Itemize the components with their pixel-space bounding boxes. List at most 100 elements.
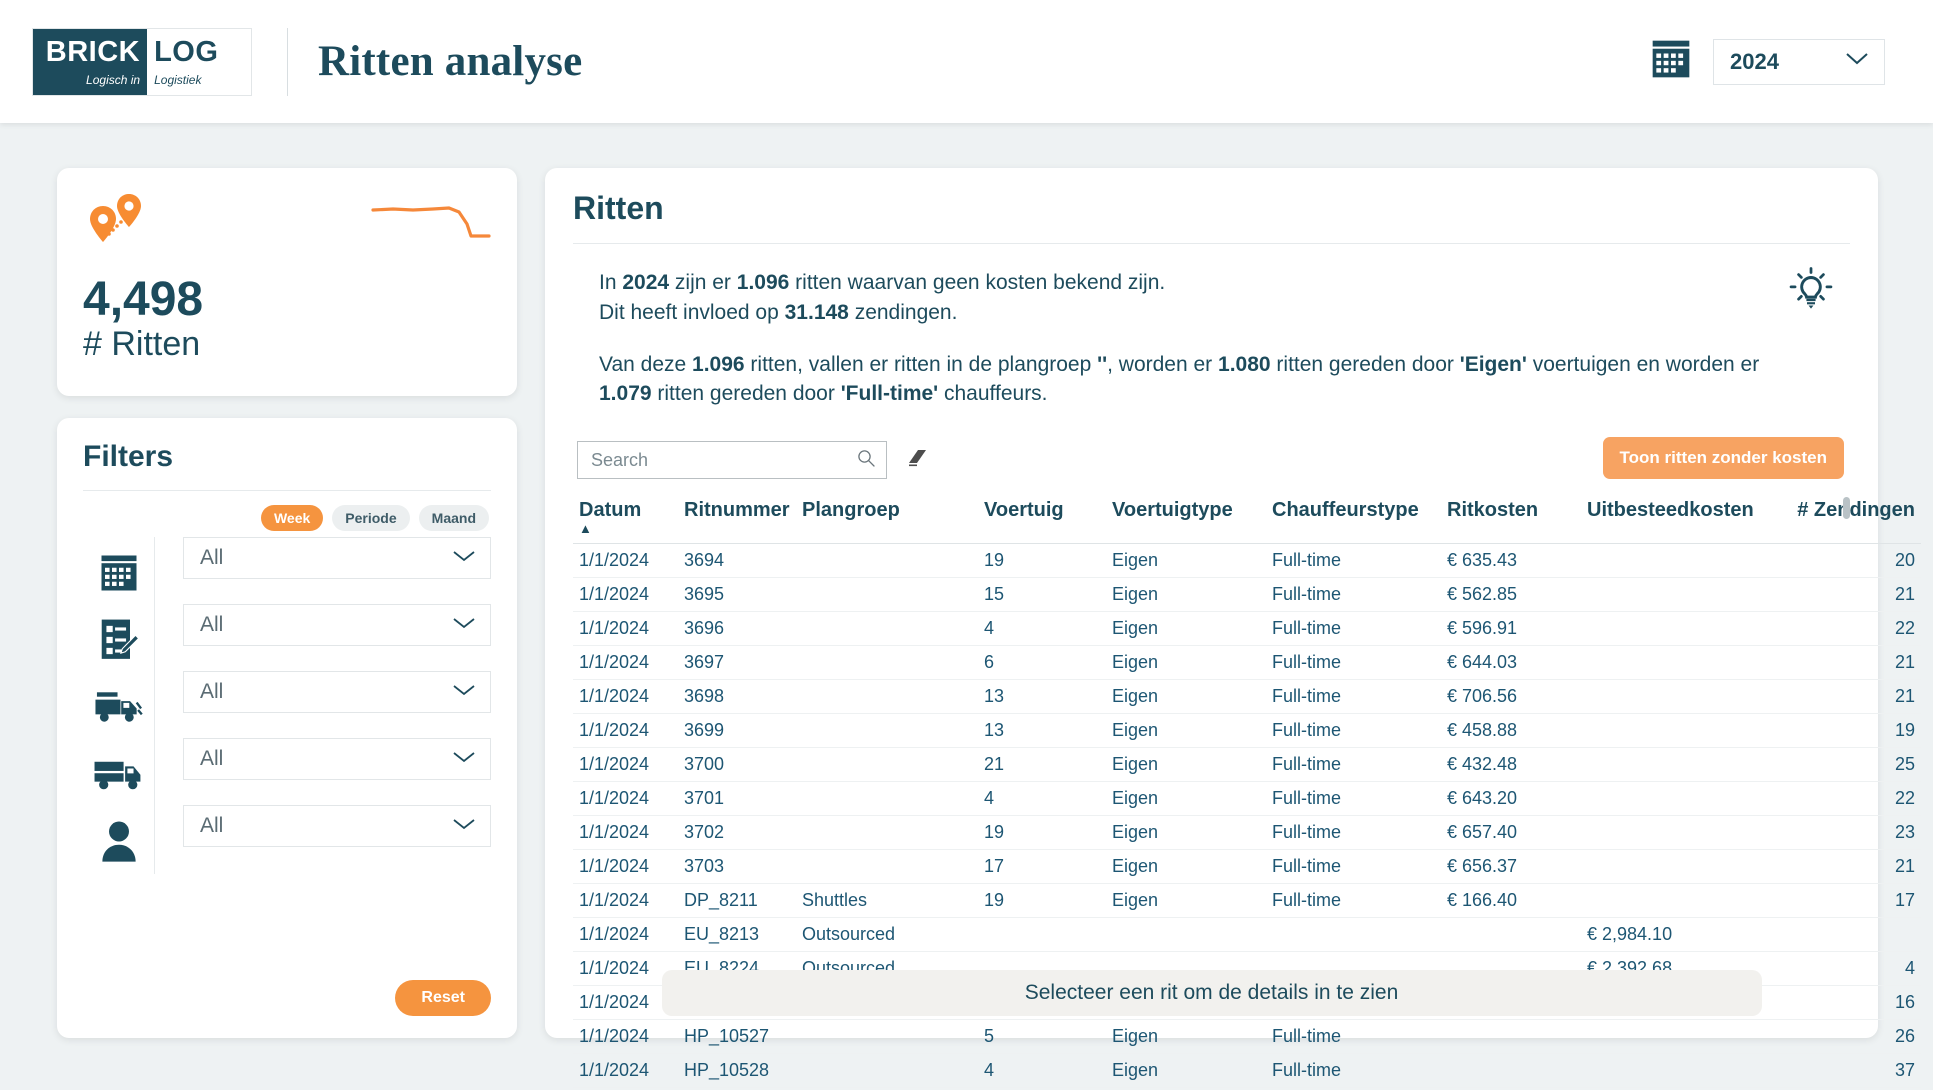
cell-chauffeurstype: Full-time [1266,713,1441,749]
pill-periode[interactable]: Periode [332,505,410,531]
chevron-down-icon [452,549,476,568]
cell-chauffeurstype: Full-time [1266,781,1441,817]
n3e: , worden er [1107,352,1219,376]
sparkline-icon [371,190,491,245]
table-row[interactable]: 1/1/2024 3695 15 Eigen Full-time € 562.85 21 [573,577,1921,613]
cell-datum: 1/1/2024 [573,883,678,919]
column-header-voertuig[interactable]: Voertuig [978,499,1106,544]
cell-ritkosten: € 657.40 [1441,815,1581,851]
table-row[interactable]: 1/1/2024 EU_8213 Outsourced € 2,984.10 [573,917,1921,953]
table-scrollbar-thumb[interactable] [1843,497,1850,520]
cell-plangroep [796,645,978,681]
table-row[interactable]: 1/1/2024 3700 21 Eigen Full-time € 432.48 25 [573,747,1921,783]
cell-uitbesteedkosten [1581,747,1781,783]
bricklog-logo: BRICK Logisch in LOG Logistiek [32,27,252,96]
logo-word-log: LOG [154,35,219,68]
cell-voertuig: 4 [978,1053,1106,1089]
cell-voertuigtype: Eigen [1106,815,1266,851]
cell-datum: 1/1/2024 [573,1019,678,1055]
cell-voertuigtype [1106,917,1266,953]
table-row[interactable]: 1/1/2024 3698 13 Eigen Full-time € 706.56 21 [573,679,1921,715]
pill-week[interactable]: Week [260,505,324,531]
filter-select-chauffeur[interactable]: All [183,805,491,847]
route-pins-icon [83,190,159,257]
cell-ritnummer: DP_8211 [678,883,796,919]
cell-ritnummer: 3697 [678,645,796,681]
table-row[interactable]: 1/1/2024 3697 6 Eigen Full-time € 644.03 21 [573,645,1921,681]
cell-voertuig: 19 [978,815,1106,851]
page-title: Ritten analyse [318,38,583,85]
cell-ritkosten: € 596.91 [1441,611,1581,647]
show-rides-without-costs-button[interactable]: Toon ritten zonder kosten [1602,437,1844,480]
table-row[interactable]: 1/1/2024 HP_10527 5 Eigen Full-time 26 [573,1019,1921,1055]
chevron-down-icon [452,817,476,836]
cell-chauffeurstype: Full-time [1266,1053,1441,1089]
column-header-ritkosten[interactable]: Ritkosten [1441,499,1581,544]
cell-zendingen [1781,917,1921,953]
table-row[interactable]: 1/1/2024 3694 19 Eigen Full-time € 635.43 20 [573,543,1921,579]
n1d: 1.096 [736,271,790,294]
cell-ritnummer: 3696 [678,611,796,647]
cell-uitbesteedkosten [1581,781,1781,817]
cell-zendingen: 17 [1781,883,1921,919]
cell-zendingen: 22 [1781,781,1921,817]
table-row[interactable]: 1/1/2024 3703 17 Eigen Full-time € 656.37 21 [573,849,1921,885]
cell-voertuigtype: Eigen [1106,849,1266,885]
n3i: voertuigen en worden er [1526,352,1760,376]
table-scrollbar[interactable] [1842,497,1850,897]
table-header: Datum ▲ Ritnummer Plangroep Voertuig Voe… [573,499,1921,544]
reset-button[interactable]: Reset [395,980,491,1016]
cell-chauffeurstype: Full-time [1266,679,1441,715]
column-header-chauffeurstype[interactable]: Chauffeurstype [1266,499,1441,544]
table-row[interactable]: 1/1/2024 HP_10528 4 Eigen Full-time 37 [573,1053,1921,1089]
filter-select-voertuig[interactable]: All [183,671,491,713]
table-row[interactable]: 1/1/2024 3699 13 Eigen Full-time € 458.88 19 [573,713,1921,749]
cell-plangroep [796,577,978,613]
column-header-zendingen[interactable]: # Zendingen [1781,499,1921,544]
filter-select-voertuigtype[interactable]: All [183,738,491,780]
cell-datum: 1/1/2024 [573,645,678,681]
n3d: '' [1097,352,1108,376]
column-header-datum[interactable]: Datum ▲ [573,499,678,544]
search-input[interactable] [591,449,856,471]
cell-plangroep [796,1053,978,1089]
table-row[interactable]: 1/1/2024 DP_8211 Shuttles 19 Eigen Full-time €… [573,883,1921,919]
cell-uitbesteedkosten [1581,543,1781,579]
filter-select-plangroep[interactable]: All [183,604,491,646]
cell-zendingen: 21 [1781,645,1921,681]
cell-datum: 1/1/2024 [573,713,678,749]
cell-ritnummer: 3700 [678,747,796,783]
table-row[interactable]: 1/1/2024 3696 4 Eigen Full-time € 596.91 22 [573,611,1921,647]
cell-datum: 1/1/2024 [573,815,678,851]
cell-zendingen: 21 [1781,679,1921,715]
cell-voertuigtype: Eigen [1106,645,1266,681]
filter-select-periode[interactable]: All [183,537,491,579]
kpi-label: # Ritten [83,324,201,363]
chevron-down-icon [452,616,476,635]
search-box[interactable] [577,441,887,480]
column-header-plangroep[interactable]: Plangroep [796,499,978,544]
cell-ritkosten: € 644.03 [1441,645,1581,681]
table-row[interactable]: 1/1/2024 3701 4 Eigen Full-time € 643.20 22 [573,781,1921,817]
cell-ritkosten: € 706.56 [1441,679,1581,715]
cell-voertuig: 19 [978,883,1106,919]
cell-voertuig: 13 [978,713,1106,749]
column-header-uitbesteedkosten[interactable]: Uitbesteedkosten [1581,499,1781,544]
van-icon [83,673,154,740]
column-header-voertuigtype[interactable]: Voertuigtype [1106,499,1266,544]
cell-uitbesteedkosten [1581,1019,1781,1055]
cell-ritkosten: € 635.43 [1441,543,1581,579]
year-select[interactable]: 2024 [1713,38,1885,85]
pill-maand[interactable]: Maand [418,505,489,531]
cell-zendingen: 20 [1781,543,1921,579]
cell-uitbesteedkosten [1581,645,1781,681]
table-row[interactable]: 1/1/2024 3702 19 Eigen Full-time € 657.40 23 [573,815,1921,851]
calendar-icon [1649,37,1693,86]
lightbulb-icon[interactable] [1788,266,1834,317]
cell-ritnummer: 3694 [678,543,796,579]
cell-voertuig: 13 [978,679,1106,715]
cell-zendingen: 26 [1781,1019,1921,1055]
column-header-ritnummer[interactable]: Ritnummer [678,499,796,544]
cell-datum: 1/1/2024 [573,1053,678,1089]
eraser-icon[interactable] [905,447,929,474]
